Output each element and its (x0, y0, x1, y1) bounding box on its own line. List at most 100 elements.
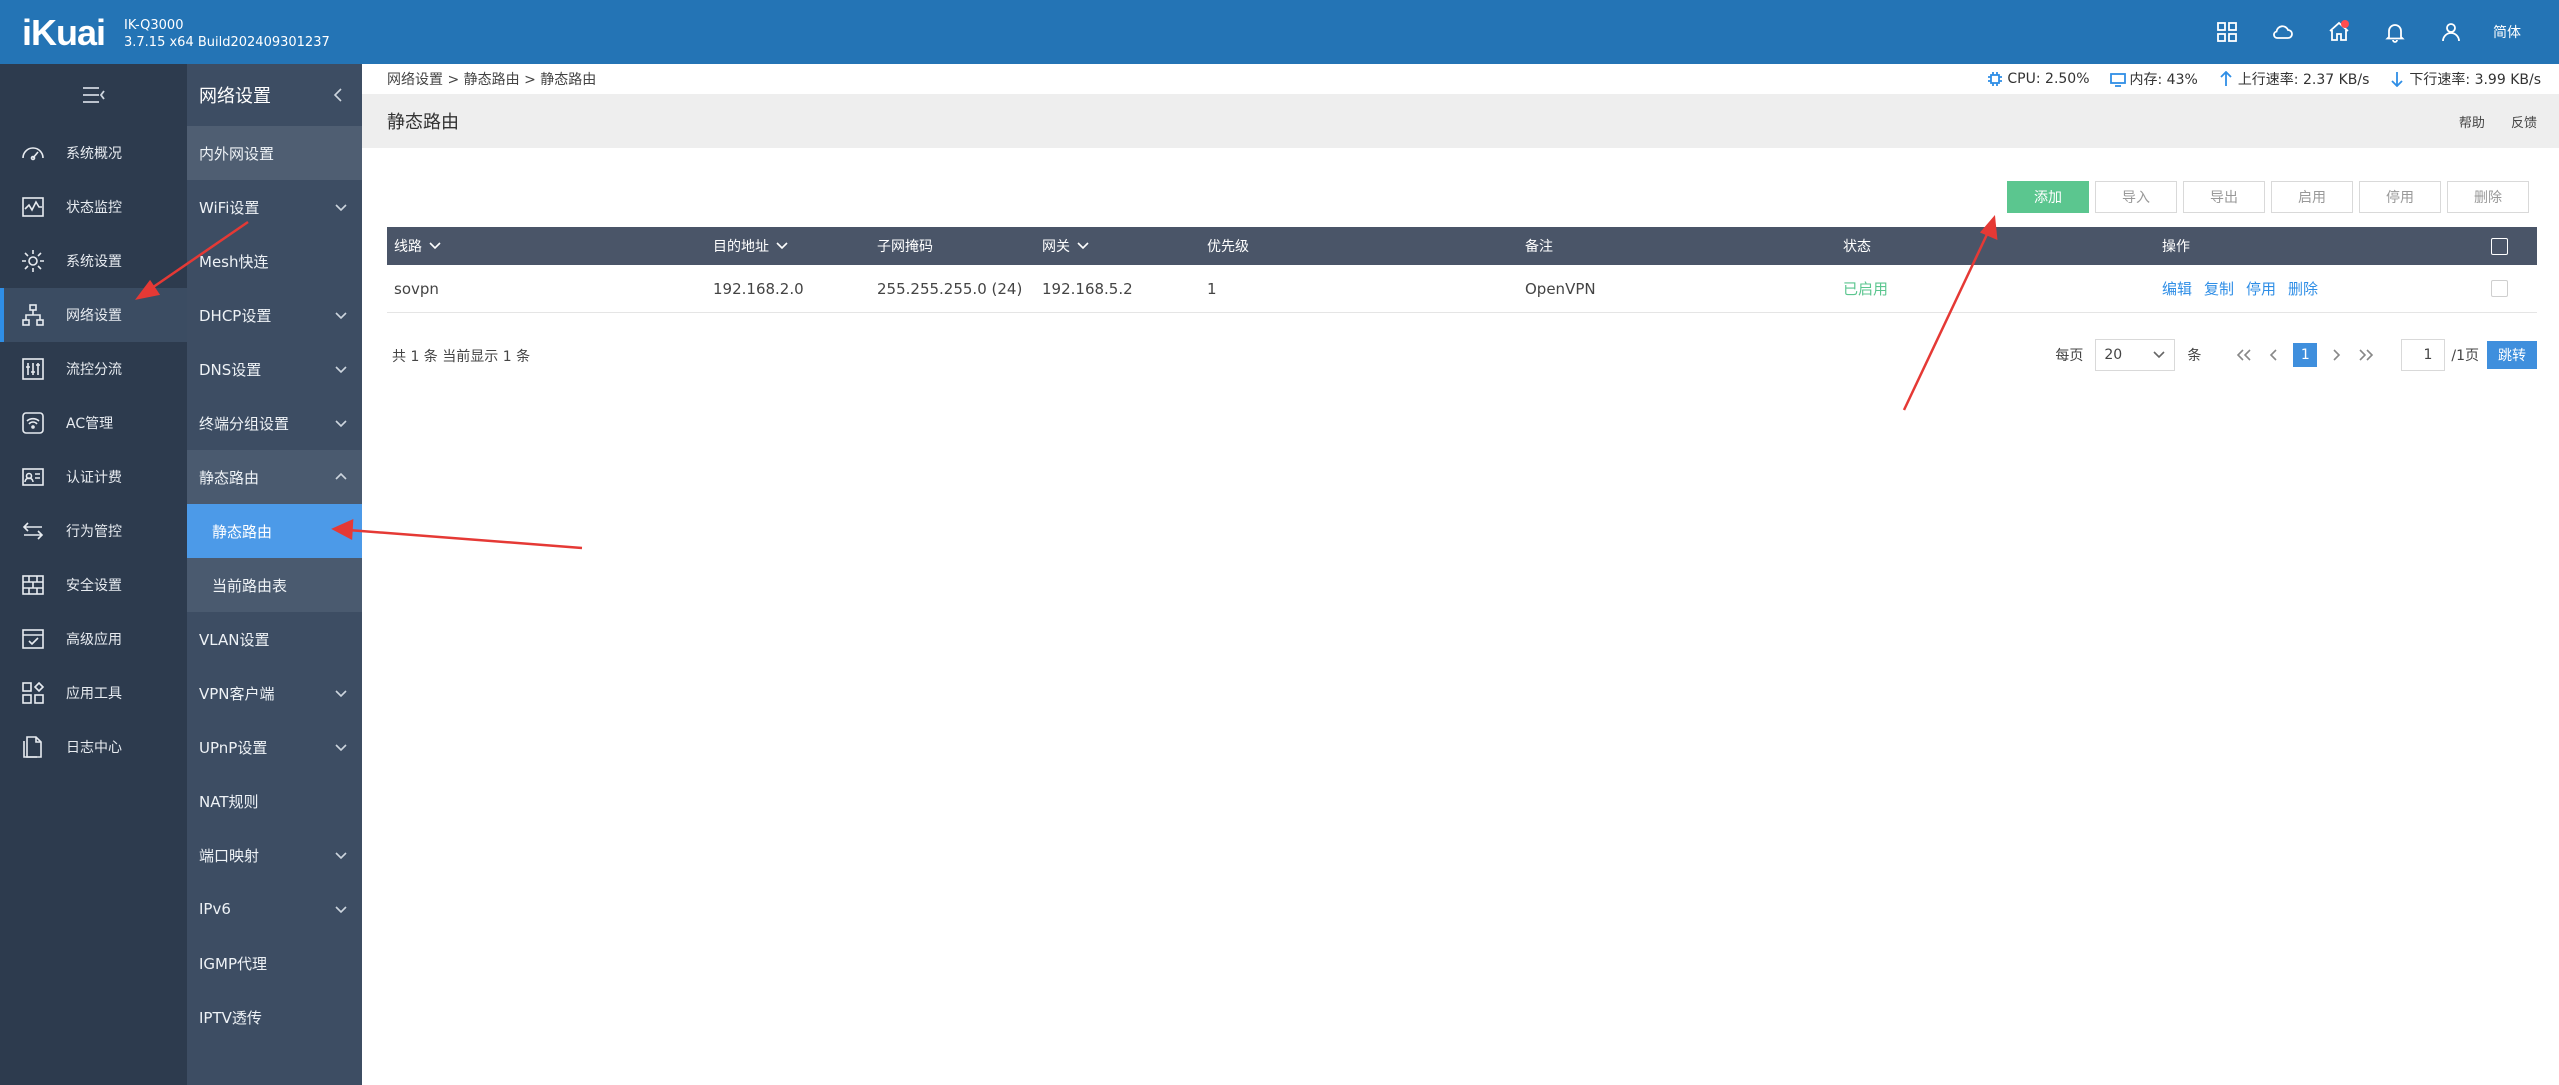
sidebar-item-flow[interactable]: 流控分流 (0, 342, 187, 396)
subnav-item-terminal-group[interactable]: 终端分组设置 (187, 396, 362, 450)
sidebar-item-label: 日志中心 (66, 740, 122, 756)
logo: iKuai (22, 12, 106, 53)
subnav-item-vpn-client[interactable]: VPN客户端 (187, 666, 362, 720)
sidebar-item-tools[interactable]: 应用工具 (0, 666, 187, 720)
col-header-comment: 备注 (1525, 236, 1553, 256)
header-label: 网关 (1042, 239, 1070, 255)
header-label: 备注 (1525, 239, 1553, 255)
checkbox[interactable] (2491, 237, 2508, 255)
subnav-item-lan-wan[interactable]: 内外网设置 (187, 126, 362, 180)
page-size-select[interactable]: 20 (2095, 339, 2176, 371)
subnav-item-static-route[interactable]: 静态路由 (187, 450, 362, 504)
cpu-icon (1988, 72, 2003, 86)
first-page-icon[interactable] (2233, 348, 2255, 362)
memory-value: 内存: 43% (2129, 72, 2198, 88)
sidebar-item-label: 高级应用 (66, 632, 122, 648)
subnav-item-igmp[interactable]: IGMP代理 (187, 936, 362, 990)
subnav-item-nat[interactable]: NAT规则 (187, 774, 362, 828)
sidebar-item-behavior[interactable]: 行为管控 (0, 504, 187, 558)
subnav-subitem-static-route[interactable]: 静态路由 (187, 504, 362, 558)
sidebar-item-label: 流控分流 (66, 362, 122, 378)
cloud-icon[interactable] (2255, 0, 2311, 64)
bell-icon[interactable] (2367, 0, 2423, 64)
copy-link[interactable]: 复制 (2204, 278, 2234, 299)
help-link[interactable]: 帮助 (2459, 116, 2485, 131)
disable-button[interactable]: 停用 (2359, 181, 2441, 213)
subnav-item-wifi[interactable]: WiFi设置 (187, 180, 362, 234)
header-label: 操作 (2162, 239, 2190, 255)
total-pages: /1页 (2451, 348, 2479, 364)
subnav-item-dns[interactable]: DNS设置 (187, 342, 362, 396)
subnav-item-vlan[interactable]: VLAN设置 (187, 612, 362, 666)
sidebar-item-network[interactable]: 网络设置 (0, 288, 187, 342)
delete-link[interactable]: 删除 (2288, 278, 2318, 299)
jump-button[interactable]: 跳转 (2487, 341, 2537, 369)
sidebar-item-auth[interactable]: 认证计费 (0, 450, 187, 504)
subnav-item-mesh[interactable]: Mesh快连 (187, 234, 362, 288)
subnav-item-port-mapping[interactable]: 端口映射 (187, 828, 362, 882)
home-icon[interactable] (2311, 0, 2367, 64)
subnav-item-dhcp[interactable]: DHCP设置 (187, 288, 362, 342)
row-checkbox[interactable] (2491, 280, 2508, 297)
subnav-item-ipv6[interactable]: IPv6 (187, 882, 362, 936)
col-header-gateway[interactable]: 网关 (1042, 236, 1090, 256)
current-page[interactable]: 1 (2293, 343, 2318, 367)
col-header-line[interactable]: 线路 (394, 236, 442, 256)
arrow-up-icon (2220, 71, 2232, 86)
subnav-item-label: IPTV透传 (199, 1008, 262, 1027)
add-button[interactable]: 添加 (2007, 181, 2089, 213)
cell-gateway: 192.168.5.2 (1042, 279, 1133, 298)
next-page-icon[interactable] (2325, 348, 2347, 362)
cpu-stat: CPU: 2.50% (1987, 71, 2090, 87)
prev-page-icon[interactable] (2263, 348, 2285, 362)
jump-page-input[interactable]: 1 (2401, 339, 2446, 371)
user-icon[interactable] (2423, 0, 2479, 64)
subnav-item-label: Mesh快连 (199, 252, 269, 271)
subnav-item-label: UPnP设置 (199, 738, 268, 757)
feedback-link[interactable]: 反馈 (2511, 116, 2537, 131)
chevron-left-icon[interactable] (332, 86, 344, 107)
subnav-item-label: VLAN设置 (199, 630, 270, 649)
grid-icon[interactable] (2199, 0, 2255, 64)
sidebar-item-label: 行为管控 (66, 524, 122, 540)
header-label: 目的地址 (713, 239, 769, 255)
sidebar-item-system[interactable]: 系统设置 (0, 234, 187, 288)
subnav-header: 网络设置 (187, 64, 362, 126)
export-button[interactable]: 导出 (2183, 181, 2265, 213)
edit-link[interactable]: 编辑 (2162, 278, 2192, 299)
memory-stat: 内存: 43% (2109, 69, 2198, 89)
enable-button[interactable]: 启用 (2271, 181, 2353, 213)
sidebar-item-ac[interactable]: AC管理 (0, 396, 187, 450)
cell-dest: 192.168.2.0 (713, 279, 804, 298)
subnav-item-label: DNS设置 (199, 360, 262, 379)
subnav-item-label: IGMP代理 (199, 954, 268, 973)
sidebar-item-security[interactable]: 安全设置 (0, 558, 187, 612)
subnav-subitem-route-table[interactable]: 当前路由表 (187, 558, 362, 612)
sidebar-item-logs[interactable]: 日志中心 (0, 720, 187, 774)
chevron-down-icon (334, 740, 348, 754)
subnav-item-upnp[interactable]: UPnP设置 (187, 720, 362, 774)
menu-collapse-icon[interactable] (81, 85, 107, 105)
col-header-status: 状态 (1843, 236, 1871, 256)
subnav-item-label: WiFi设置 (199, 198, 260, 217)
import-button[interactable]: 导入 (2095, 181, 2177, 213)
toolbar: 添加 导入 导出 启用 停用 删除 (2001, 181, 2529, 213)
subnav-item-iptv[interactable]: IPTV透传 (187, 990, 362, 1044)
cell-priority: 1 (1207, 279, 1217, 298)
language-switch[interactable]: 简体 (2479, 22, 2559, 42)
last-page-icon[interactable] (2355, 348, 2377, 362)
monitor-icon (0, 194, 66, 220)
sidebar-item-label: 应用工具 (66, 686, 122, 702)
delete-button[interactable]: 删除 (2447, 181, 2529, 213)
sidebar-item-overview[interactable]: 系统概况 (0, 126, 187, 180)
subnav-item-label: 静态路由 (212, 522, 273, 541)
menu-toggle[interactable] (0, 64, 187, 126)
sidebar-item-advanced[interactable]: 高级应用 (0, 612, 187, 666)
chevron-down-icon (776, 242, 788, 250)
main-content: 网络设置 > 静态路由 > 静态路由 CPU: 2.50% 内存: 43% 上行… (362, 64, 2559, 1085)
disable-link[interactable]: 停用 (2246, 278, 2276, 299)
col-header-dest[interactable]: 目的地址 (713, 236, 789, 256)
checkbox[interactable] (2491, 280, 2508, 297)
select-all-checkbox[interactable] (2491, 237, 2508, 255)
sidebar-item-monitor[interactable]: 状态监控 (0, 180, 187, 234)
